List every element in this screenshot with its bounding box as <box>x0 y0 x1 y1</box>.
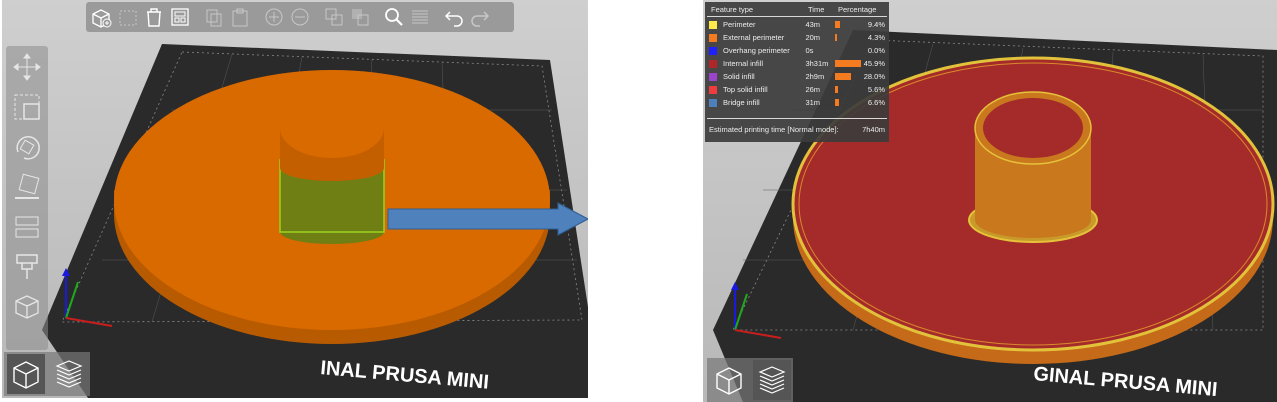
delete-icon[interactable] <box>116 4 140 30</box>
view-toggle <box>4 352 90 396</box>
legend-feature-name: Internal infill <box>723 59 764 68</box>
remove-instance-icon[interactable] <box>288 4 312 30</box>
delete-all-icon[interactable] <box>142 4 166 30</box>
preview-layers-icon[interactable] <box>752 360 791 400</box>
legend-feature-name: Overhang perimeter <box>723 46 790 55</box>
legend-feature-name: External perimeter <box>723 33 785 42</box>
search-icon[interactable] <box>382 4 406 30</box>
preview-3d-view[interactable]: GINAL PRUSA MINI Feature type Time Perce… <box>703 0 1277 402</box>
legend-percentage: 5.6% <box>867 85 885 94</box>
paint-supports-icon[interactable] <box>10 250 44 284</box>
legend-time: 26m <box>805 85 821 94</box>
editor-3d-view[interactable]: INAL PRUSA MINI <box>2 0 588 398</box>
model-cylinder[interactable] <box>280 98 384 158</box>
paste-icon[interactable] <box>228 4 252 30</box>
arrange-icon[interactable] <box>168 4 192 30</box>
legend-time: 3h31m <box>805 59 829 68</box>
legend-percentage: 28.0% <box>863 72 885 81</box>
move-icon[interactable] <box>10 50 44 84</box>
legend-feature-name: Perimeter <box>723 20 756 29</box>
legend-row: Top solid infill 26m 5.6% <box>705 83 889 96</box>
legend-percentage: 6.6% <box>867 98 885 107</box>
legend-percentage: 4.3% <box>867 33 885 42</box>
legend-bar <box>835 99 840 106</box>
preview-layers-icon[interactable] <box>50 354 88 394</box>
seam-icon[interactable] <box>10 290 44 324</box>
legend-feature-name: Top solid infill <box>723 85 768 94</box>
add-icon[interactable] <box>90 4 114 30</box>
legend-color-swatch <box>709 98 717 107</box>
legend-color-swatch <box>709 85 717 94</box>
legend-color-swatch <box>709 46 717 55</box>
legend-bar <box>835 34 838 41</box>
split-objects-icon[interactable] <box>322 4 346 30</box>
redo-icon[interactable] <box>468 4 492 30</box>
legend-time: 31m <box>805 98 821 107</box>
split-parts-icon[interactable] <box>348 4 372 30</box>
3d-view-cube-icon[interactable] <box>710 360 748 400</box>
legend-time: 43m <box>805 20 821 29</box>
top-toolbar <box>86 2 514 32</box>
rotate-icon[interactable] <box>10 130 44 164</box>
cut-icon[interactable] <box>10 210 44 244</box>
legend-color-swatch <box>709 59 717 68</box>
legend-percentage: 9.4% <box>867 20 885 29</box>
editor-scene: INAL PRUSA MINI <box>2 0 588 398</box>
legend-percentage: 0.0% <box>867 46 885 55</box>
scale-icon[interactable] <box>10 90 44 124</box>
legend-color-swatch <box>709 72 717 81</box>
legend-row: External perimeter 20m 4.3% <box>705 31 889 44</box>
legend-color-swatch <box>709 33 717 42</box>
place-on-face-icon[interactable] <box>10 170 44 204</box>
undo-icon[interactable] <box>442 4 466 30</box>
left-toolbar <box>6 46 48 350</box>
legend-time: 20m <box>805 33 821 42</box>
legend-row: Internal infill 3h31m 45.9% <box>705 57 889 70</box>
add-instance-icon[interactable] <box>262 4 286 30</box>
legend-color-swatch <box>709 20 717 29</box>
view-toggle <box>707 358 793 402</box>
legend-time: 2h9m <box>805 72 825 81</box>
3d-view-cube-icon[interactable] <box>6 354 45 394</box>
legend-header: Feature type Time Percentage <box>707 2 887 17</box>
legend-feature-name: Solid infill <box>723 72 755 81</box>
legend-row: Bridge infill 31m 6.6% <box>705 96 889 109</box>
estimated-print-time: Estimated printing time [Normal mode]: 7… <box>707 118 887 134</box>
legend-time: 0s <box>805 46 814 55</box>
legend-row: Overhang perimeter 0s 0.0% <box>705 44 889 57</box>
legend-row: Perimeter 43m 9.4% <box>705 18 889 31</box>
legend-bar <box>835 86 839 93</box>
legend-percentage: 45.9% <box>863 59 885 68</box>
legend-bar <box>835 73 852 80</box>
feature-type-legend: Feature type Time Percentage Perimeter 43… <box>705 2 889 142</box>
legend-bar <box>835 21 841 28</box>
legend-row: Solid infill 2h9m 28.0% <box>705 70 889 83</box>
layers-icon[interactable] <box>408 4 432 30</box>
legend-bar <box>835 60 862 67</box>
copy-icon[interactable] <box>202 4 226 30</box>
legend-feature-name: Bridge infill <box>723 98 760 107</box>
